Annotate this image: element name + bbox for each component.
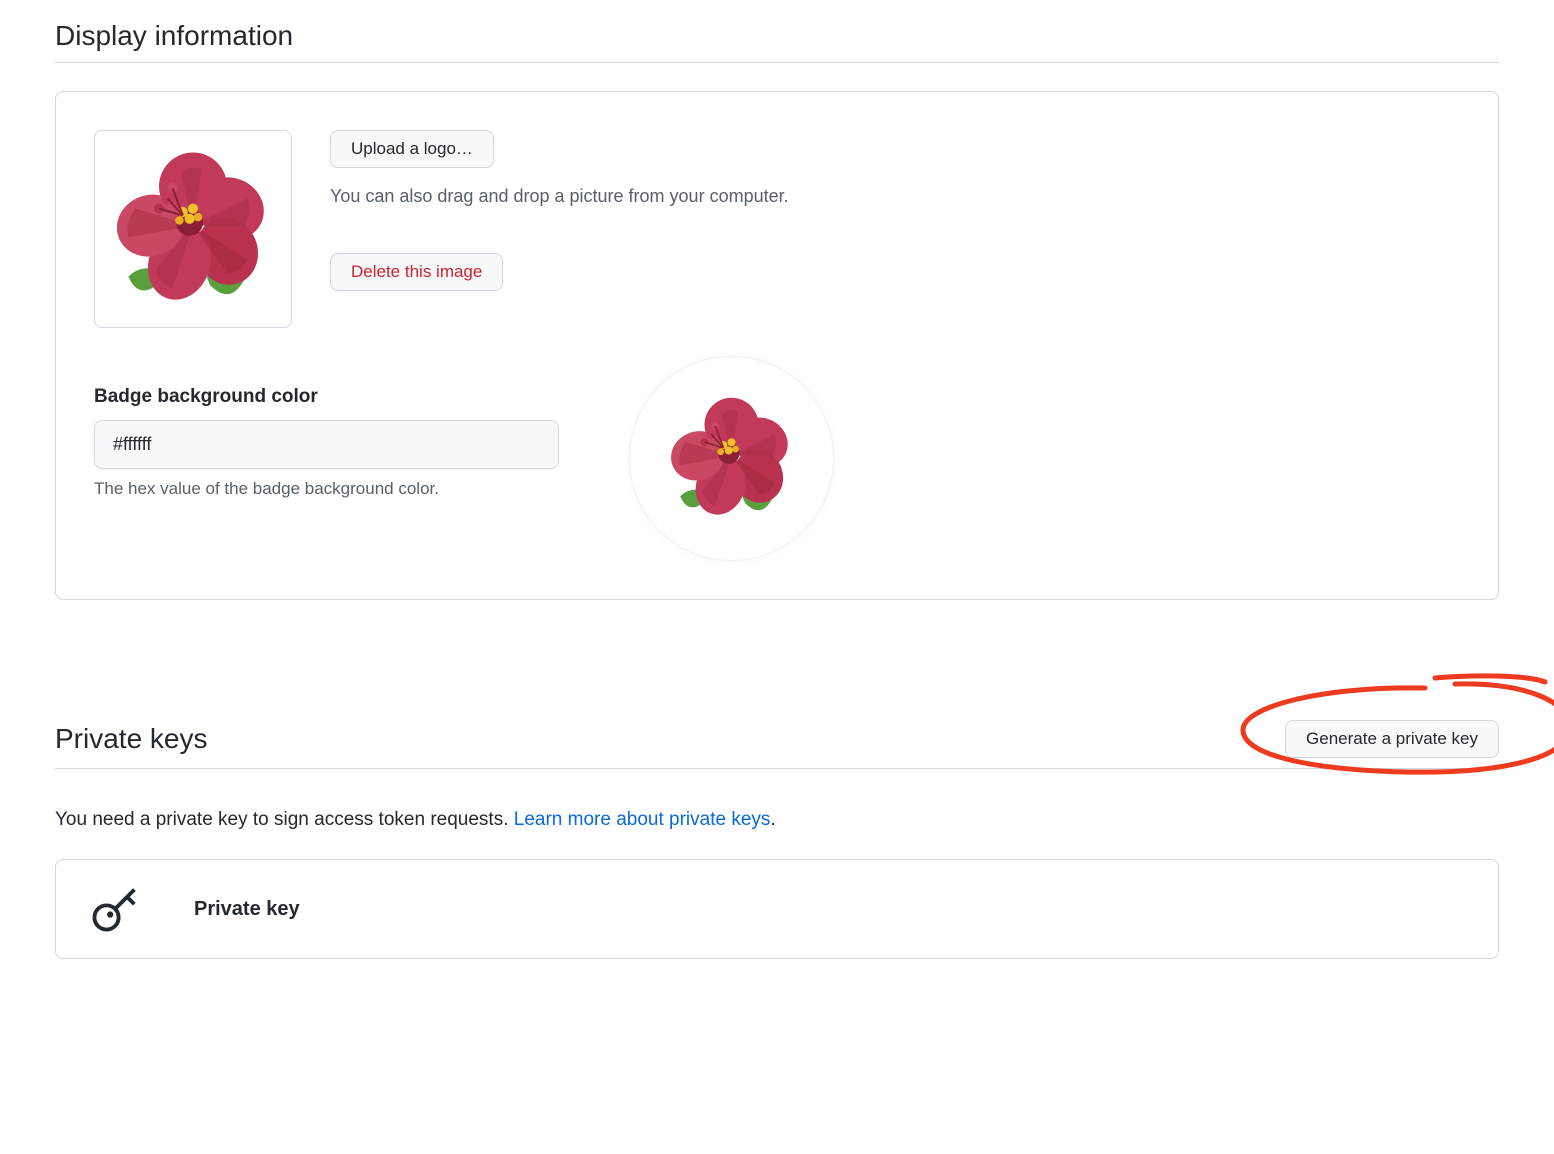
- badge-preview: [629, 356, 834, 561]
- private-keys-header: Private keys Generate a private key: [55, 720, 1499, 769]
- private-key-label: Private key: [194, 898, 300, 921]
- learn-more-link[interactable]: Learn more about private keys: [514, 809, 771, 830]
- badge-color-label: Badge background color: [94, 386, 559, 408]
- badge-color-input[interactable]: [94, 420, 559, 469]
- private-keys-description: You need a private key to sign access to…: [55, 809, 1499, 831]
- generate-private-key-button[interactable]: Generate a private key: [1285, 720, 1499, 758]
- display-info-heading: Display information: [55, 20, 1499, 63]
- private-key-item: Private key: [55, 859, 1499, 959]
- badge-row: Badge background color The hex value of …: [94, 386, 1460, 561]
- generate-key-wrapper: Generate a private key: [1285, 720, 1499, 758]
- pk-desc-prefix: You need a private key to sign access to…: [55, 809, 514, 830]
- display-information-section: Display information: [55, 20, 1499, 600]
- hibiscus-icon: [108, 144, 278, 314]
- drag-drop-hint: You can also drag and drop a picture fro…: [330, 186, 789, 207]
- logo-row: Upload a logo… You can also drag and dro…: [94, 130, 1460, 328]
- badge-color-hint: The hex value of the badge background co…: [94, 479, 559, 499]
- logo-actions: Upload a logo… You can also drag and dro…: [330, 130, 789, 291]
- private-keys-heading: Private keys: [55, 723, 208, 755]
- hibiscus-icon: [664, 391, 799, 526]
- private-keys-section: Private keys Generate a private key You …: [55, 720, 1499, 959]
- display-info-panel: Upload a logo… You can also drag and dro…: [55, 91, 1499, 600]
- pk-desc-suffix: .: [770, 809, 775, 830]
- delete-image-button[interactable]: Delete this image: [330, 253, 503, 291]
- key-icon: [86, 880, 144, 938]
- upload-logo-button[interactable]: Upload a logo…: [330, 130, 494, 168]
- logo-preview: [94, 130, 292, 328]
- badge-color-field: Badge background color The hex value of …: [94, 386, 559, 499]
